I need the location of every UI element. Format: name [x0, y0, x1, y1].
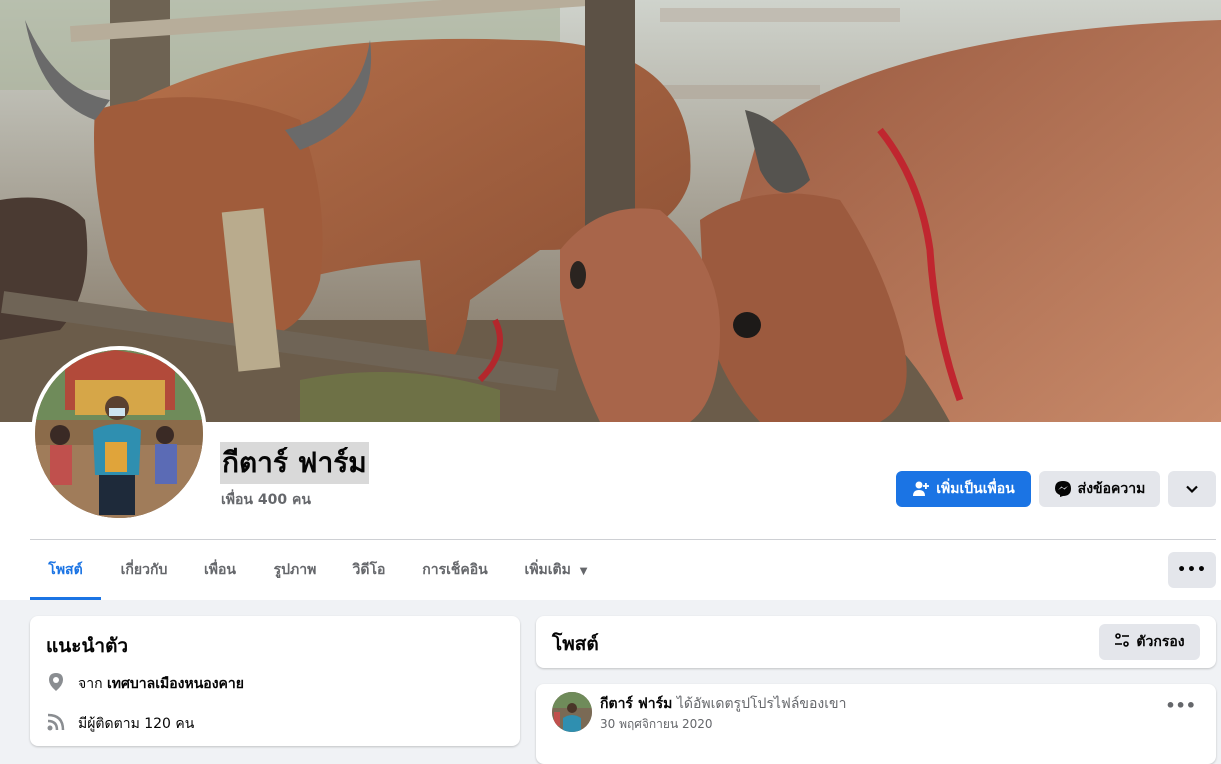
tab-friends[interactable]: เพื่อน	[194, 540, 246, 600]
active-tab-indicator	[30, 597, 101, 600]
messenger-icon	[1054, 480, 1072, 498]
person-plus-icon	[912, 480, 930, 498]
rss-icon	[46, 712, 66, 736]
add-friend-label: เพิ่มเป็นเพื่อน	[936, 481, 1015, 497]
intro-title: แนะนำตัว	[46, 635, 129, 657]
more-options-button[interactable]: •••	[1168, 552, 1216, 588]
caret-down-icon: ▼	[579, 566, 588, 577]
tab-photos-label: รูปภาพ	[273, 562, 317, 578]
tab-more-label: เพิ่มเติม	[524, 562, 571, 578]
message-button[interactable]: ส่งข้อความ	[1039, 471, 1160, 507]
post-action: ได้อัพเดตรูปโปรไฟล์ของเขา	[676, 696, 847, 712]
post-options-button[interactable]: •••	[1165, 696, 1196, 715]
ellipsis-icon: •••	[1177, 562, 1207, 578]
tab-videos-label: วิดีโอ	[352, 562, 386, 578]
intro-card: แนะนำตัว จาก เทศบาลเมืองหนองคาย มีผู้ติด…	[30, 616, 520, 746]
map-pin-icon	[46, 672, 66, 696]
more-actions-dropdown[interactable]	[1168, 471, 1216, 507]
avatar[interactable]	[552, 692, 592, 732]
message-label: ส่งข้อความ	[1077, 481, 1146, 497]
post-header: กีตาร์ ฟาร์ม ได้อัพเดตรูปโปรไฟล์ของเขา	[600, 693, 846, 715]
tab-friends-label: เพื่อน	[204, 562, 236, 578]
post-date[interactable]: 30 พฤศจิกายน 2020	[600, 715, 713, 734]
tab-about-label: เกี่ยวกับ	[120, 562, 168, 578]
tab-more[interactable]: เพิ่มเติม ▼	[516, 540, 596, 600]
tab-photos[interactable]: รูปภาพ	[262, 540, 328, 600]
intro-location: จาก เทศบาลเมืองหนองคาย	[46, 672, 244, 696]
filter-button[interactable]: ตัวกรอง	[1099, 624, 1200, 660]
add-friend-button[interactable]: เพิ่มเป็นเพื่อน	[896, 471, 1031, 507]
location-prefix: จาก	[78, 676, 103, 692]
tab-checkins[interactable]: การเช็คอิน	[410, 540, 500, 600]
posts-header-card: โพสต์ ตัวกรอง	[536, 616, 1216, 668]
tab-about[interactable]: เกี่ยวกับ	[108, 540, 180, 600]
intro-followers: มีผู้ติดตาม 120 คน	[46, 712, 194, 736]
post-card: กีตาร์ ฟาร์ม ได้อัพเดตรูปโปรไฟล์ของเขา 3…	[536, 684, 1216, 764]
filter-label: ตัวกรอง	[1136, 634, 1185, 650]
profile-name: กีตาร์ ฟาร์ม	[220, 442, 369, 484]
posts-title: โพสต์	[552, 633, 599, 655]
tab-videos[interactable]: วิดีโอ	[344, 540, 394, 600]
ellipsis-icon: •••	[1165, 696, 1196, 715]
friends-count[interactable]: เพื่อน 400 คน	[221, 489, 311, 511]
cover-photo[interactable]	[0, 0, 1221, 422]
post-author[interactable]: กีตาร์ ฟาร์ม	[600, 696, 672, 712]
tab-posts[interactable]: โพสต์	[30, 540, 101, 600]
location-link[interactable]: เทศบาลเมืองหนองคาย	[107, 676, 244, 692]
sliders-icon	[1114, 632, 1130, 652]
chevron-down-icon	[1183, 480, 1201, 498]
tab-checkins-label: การเช็คอิน	[422, 562, 488, 578]
tab-posts-label: โพสต์	[48, 562, 83, 578]
profile-photo	[35, 350, 203, 518]
followers-count: มีผู้ติดตาม 120 คน	[78, 716, 195, 732]
profile-picture[interactable]	[31, 346, 207, 522]
